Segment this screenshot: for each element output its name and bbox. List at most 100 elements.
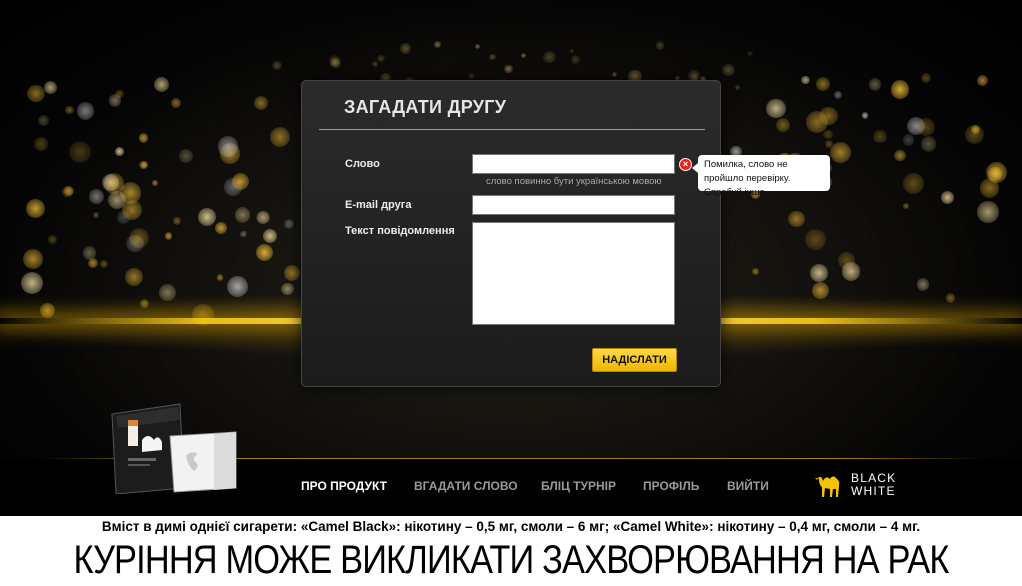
- nav-item-5[interactable]: ВИЙТИ: [727, 479, 769, 493]
- word-input[interactable]: [472, 154, 675, 174]
- bokeh-light: [197, 208, 216, 227]
- bokeh-light: [801, 75, 810, 85]
- bokeh-light: [23, 249, 44, 270]
- bokeh-light: [971, 124, 981, 134]
- bokeh-light: [752, 268, 760, 276]
- bokeh-light: [64, 105, 74, 115]
- bokeh-light: [841, 262, 860, 281]
- bokeh-light: [69, 140, 92, 163]
- bokeh-light: [775, 118, 790, 133]
- brand-line-white: WHITE: [851, 484, 896, 498]
- bokeh-light: [805, 229, 827, 251]
- bokeh-light: [172, 216, 181, 225]
- bokeh-light: [62, 185, 74, 197]
- bokeh-light: [164, 232, 173, 240]
- bokeh-light: [979, 177, 1000, 198]
- bokeh-light: [87, 257, 98, 268]
- nav-item-2[interactable]: ВГАДАТИ СЛОВО: [414, 479, 518, 493]
- bokeh-light: [571, 55, 580, 64]
- bokeh-light: [474, 44, 480, 50]
- bokeh-light: [824, 140, 833, 149]
- bokeh-light: [27, 84, 46, 103]
- bokeh-light: [328, 55, 340, 67]
- cigarette-packs-icon: [111, 403, 237, 495]
- bokeh-light: [371, 61, 378, 67]
- error-icon: ×: [679, 158, 692, 171]
- bokeh-light: [284, 219, 295, 230]
- bokeh-light: [103, 173, 125, 194]
- bokeh-light: [902, 203, 910, 210]
- bokeh-light: [903, 173, 924, 194]
- bokeh-light: [543, 50, 556, 64]
- message-label: Текст повідомлення: [345, 225, 455, 237]
- bokeh-light: [179, 148, 194, 163]
- bokeh-light: [976, 74, 988, 86]
- word-hint: слово повинно бути українською мовою: [486, 176, 662, 187]
- bokeh-light: [861, 112, 869, 120]
- bokeh-light: [48, 234, 58, 244]
- bokeh-light: [890, 80, 910, 99]
- bokeh-light: [151, 180, 158, 187]
- bokeh-light: [108, 94, 122, 108]
- bokeh-light: [816, 76, 831, 91]
- bokeh-light: [873, 129, 888, 144]
- bokeh-light: [115, 147, 124, 156]
- bokeh-light: [138, 133, 149, 144]
- bokeh-light: [25, 198, 45, 219]
- bokeh-light: [747, 50, 753, 56]
- bokeh-light: [262, 228, 277, 243]
- product-packs-image: [108, 402, 240, 499]
- bokeh-light: [468, 72, 475, 79]
- bokeh-light: [830, 141, 852, 163]
- bokeh-light: [823, 129, 833, 140]
- title-divider: [319, 129, 705, 130]
- bokeh-light: [520, 53, 526, 59]
- bokeh-light: [270, 127, 291, 148]
- bokeh-light: [902, 134, 915, 147]
- bokeh-light: [171, 97, 182, 108]
- bokeh-light: [987, 166, 1002, 181]
- nav-item-3[interactable]: БЛІЦ ТУРНІР: [541, 479, 616, 493]
- bokeh-light: [38, 114, 50, 126]
- bokeh-light: [819, 106, 838, 126]
- bokeh-light: [434, 41, 441, 48]
- bokeh-light: [489, 53, 496, 61]
- bokeh-light: [234, 207, 251, 223]
- error-tooltip: Помилка, слово не пройшло перевірку. Спр…: [692, 155, 830, 198]
- bokeh-light: [809, 264, 828, 283]
- bokeh-light: [569, 48, 574, 53]
- bokeh-light: [216, 274, 224, 281]
- bokeh-light: [655, 41, 665, 51]
- health-warning: Вміст в димі однієї сигарети: «Camel Bla…: [0, 516, 1022, 586]
- bokeh-light: [283, 265, 300, 282]
- bokeh-light: [44, 81, 57, 95]
- bokeh-light: [504, 64, 514, 74]
- bokeh-light: [399, 42, 412, 55]
- nav-item-4[interactable]: ПРОФІЛЬ: [643, 479, 699, 493]
- panel-title: ЗАГАДАТИ ДРУГУ: [344, 97, 507, 117]
- send-button[interactable]: НАДІСЛАТИ: [592, 348, 677, 372]
- word-label: Слово: [345, 158, 380, 170]
- bokeh-light: [833, 90, 842, 100]
- bokeh-light: [34, 137, 48, 151]
- nav-item-1[interactable]: ПРО ПРОДУКТ: [301, 479, 387, 493]
- bokeh-light: [722, 64, 735, 77]
- bokeh-light: [232, 172, 250, 191]
- bokeh-light: [941, 190, 955, 204]
- bokeh-light: [377, 54, 386, 63]
- email-label: E-mail друга: [345, 199, 412, 211]
- bokeh-light: [125, 268, 144, 287]
- bokeh-light: [894, 150, 906, 162]
- bokeh-light: [976, 200, 999, 223]
- bokeh-light: [921, 136, 937, 152]
- email-input[interactable]: [472, 195, 675, 215]
- bokeh-light: [93, 211, 100, 218]
- bokeh-light: [735, 85, 741, 91]
- bokeh-light: [215, 222, 228, 235]
- message-textarea[interactable]: [472, 222, 675, 325]
- bokeh-light: [76, 102, 95, 120]
- bokeh-light: [272, 60, 283, 71]
- brand-text: BLACK WHITE: [851, 472, 896, 498]
- bokeh-light: [788, 210, 805, 228]
- smoke-content-notice: Вміст в димі однієї сигарети: «Camel Bla…: [101, 519, 921, 534]
